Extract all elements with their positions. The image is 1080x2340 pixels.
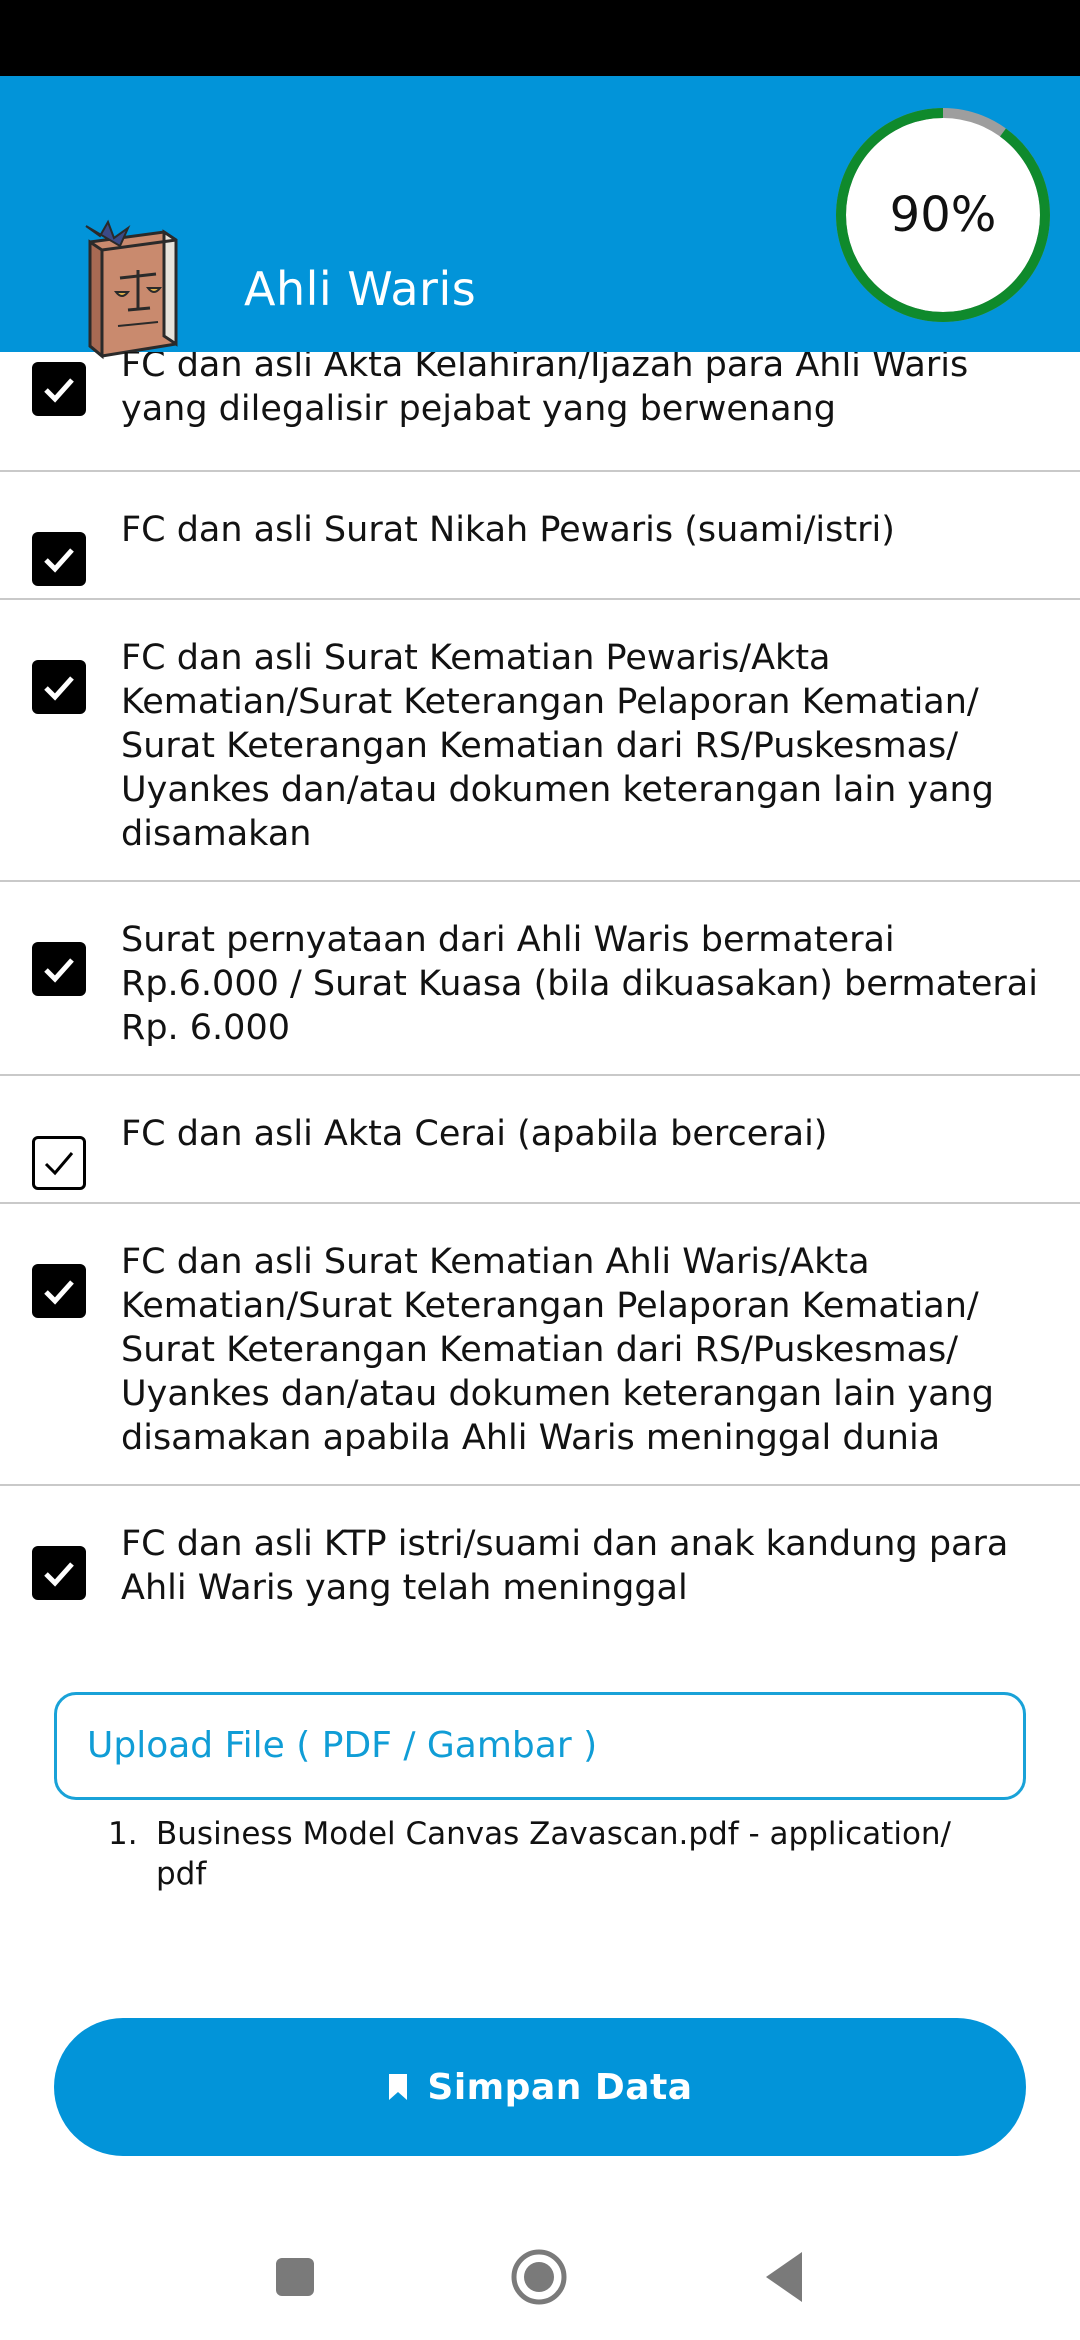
page-title: Ahli Waris	[244, 262, 477, 316]
checkbox-checked-outline[interactable]	[32, 1136, 86, 1190]
save-data-label: Simpan Data	[427, 2066, 693, 2108]
law-book-icon	[85, 219, 178, 360]
list-item[interactable]: FC dan asli Surat Kematian Pewaris/Akta …	[0, 600, 1080, 882]
list-item-label: FC dan asli Akta Kelahiran/Ijazah para A…	[121, 352, 969, 429]
list-item[interactable]: FC dan asli KTP istri/suami dan anak kan…	[0, 1486, 1080, 1634]
checkbox-checked[interactable]	[32, 1546, 86, 1600]
list-item[interactable]: FC dan asli Akta Kelahiran/Ijazah para A…	[0, 352, 1080, 472]
save-data-button[interactable]: Simpan Data	[54, 2018, 1026, 2156]
home-icon[interactable]	[510, 2248, 568, 2306]
checkbox-checked[interactable]	[32, 532, 86, 586]
list-item-label: FC dan asli Akta Cerai (apabila bercerai…	[121, 1114, 828, 1154]
list-item-label: FC dan asli KTP istri/suami dan anak kan…	[121, 1524, 1009, 1608]
progress-label: 90%	[889, 187, 997, 243]
file-number: 1.	[108, 1816, 138, 1852]
file-name: Business Model Canvas Zavascan.pdf - app…	[156, 1816, 951, 1892]
back-icon[interactable]	[762, 2250, 806, 2304]
bookmark-icon	[389, 2074, 408, 2100]
checkbox-checked[interactable]	[32, 1264, 86, 1318]
recents-icon[interactable]	[274, 2256, 316, 2298]
list-item-label: FC dan asli Surat Nikah Pewaris (suami/i…	[121, 510, 895, 550]
list-item-label: Surat pernyataan dari Ahli Waris bermate…	[121, 920, 1038, 1048]
checkbox-checked[interactable]	[32, 942, 86, 996]
list-item[interactable]: FC dan asli Surat Kematian Ahli Waris/Ak…	[0, 1204, 1080, 1486]
checkbox-checked[interactable]	[32, 362, 86, 416]
upload-file-label: Upload File ( PDF / Gambar )	[87, 1725, 598, 1766]
checkbox-checked[interactable]	[32, 660, 86, 714]
list-item-label: FC dan asli Surat Kematian Pewaris/Akta …	[121, 638, 994, 854]
upload-file-button[interactable]: Upload File ( PDF / Gambar )	[54, 1692, 1026, 1800]
list-item-label: FC dan asli Surat Kematian Ahli Waris/Ak…	[121, 1242, 994, 1458]
list-item[interactable]: FC dan asli Akta Cerai (apabila bercerai…	[0, 1076, 1080, 1204]
system-nav-bar	[0, 2220, 1080, 2340]
status-bar	[0, 0, 1080, 76]
list-item[interactable]: Surat pernyataan dari Ahli Waris bermate…	[0, 882, 1080, 1076]
document-checklist: FC dan asli Akta Kelahiran/Ijazah para A…	[0, 352, 1080, 1634]
list-item[interactable]: FC dan asli Surat Nikah Pewaris (suami/i…	[0, 472, 1080, 600]
